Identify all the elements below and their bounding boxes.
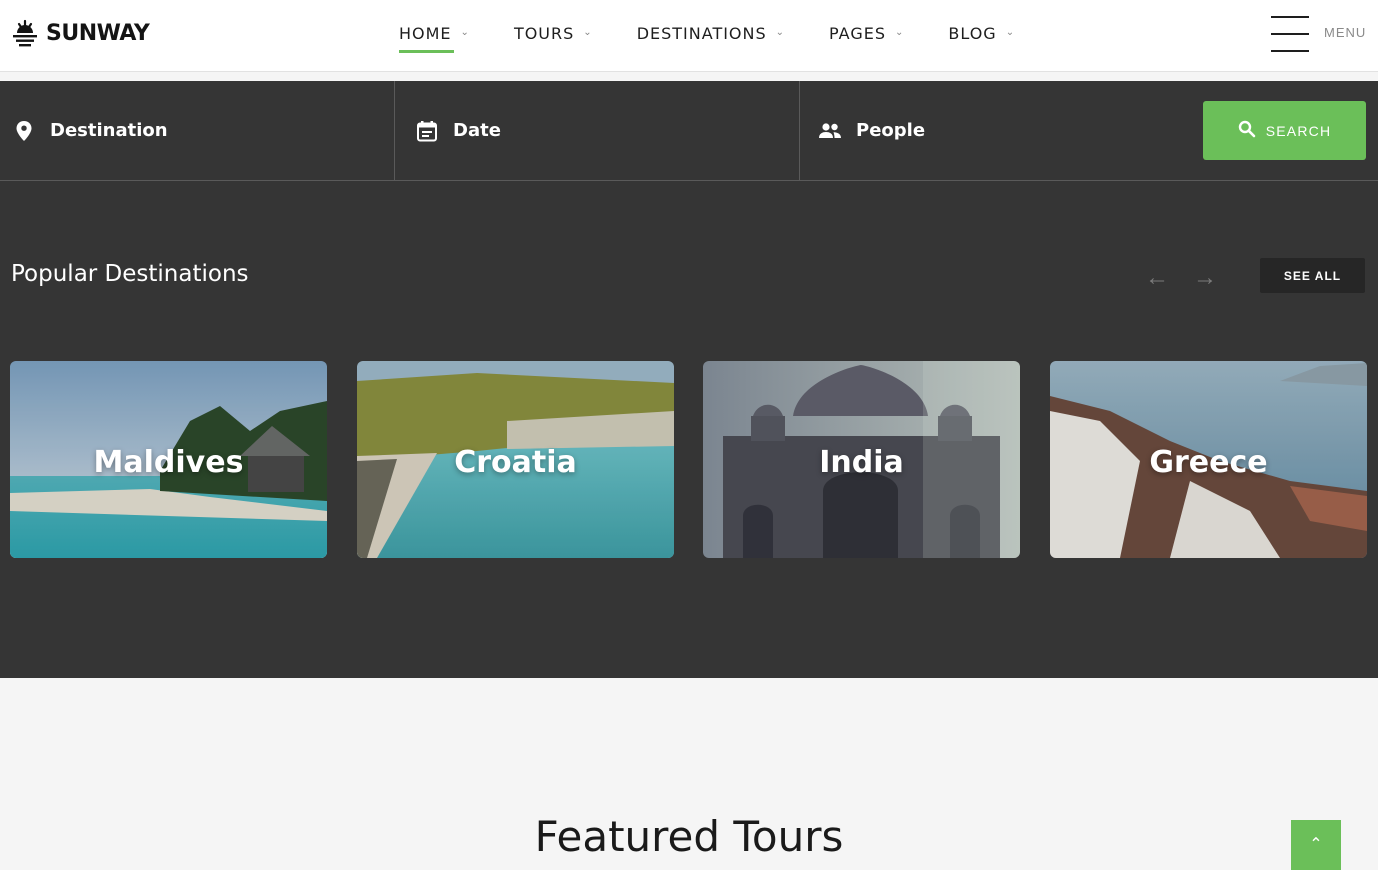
nav-item-pages[interactable]: PAGES ⌄ [829, 20, 904, 46]
nav-item-label: TOURS [513, 23, 575, 43]
chevron-down-icon: ⌄ [895, 26, 905, 38]
logo[interactable]: SUNWAY [10, 18, 150, 48]
destination-label: Destination [50, 120, 168, 141]
chevron-down-icon: ⌄ [1005, 26, 1016, 38]
field-divider [799, 81, 800, 180]
people-field[interactable]: People [818, 81, 925, 180]
chevron-down-icon: ⌄ [460, 26, 470, 38]
destination-name: Maldives [93, 445, 244, 480]
calendar-icon [415, 119, 439, 143]
date-label: Date [453, 120, 501, 141]
section-title: Popular Destinations [11, 261, 249, 287]
destination-card[interactable]: Greece [1050, 361, 1367, 558]
menu-label[interactable]: MENU [1324, 25, 1366, 40]
featured-section: Featured Tours ⌃ [0, 678, 1378, 870]
chevron-up-icon: ⌃ [1309, 836, 1323, 853]
see-all-button[interactable]: SEE ALL [1260, 258, 1365, 293]
location-pin-icon [12, 119, 36, 143]
nav-item-label: HOME [399, 23, 452, 43]
destination-name: India [819, 445, 904, 480]
nav-item-label: BLOG [948, 23, 997, 43]
back-to-top-button[interactable]: ⌃ [1291, 820, 1341, 870]
search-icon [1238, 120, 1256, 141]
destination-card[interactable]: Maldives [10, 361, 327, 558]
destination-name: Greece [1149, 445, 1268, 480]
hamburger-menu-icon[interactable] [1271, 16, 1309, 52]
sunway-logo-icon [13, 19, 37, 47]
search-bar: Destination Date People SEARCH [0, 81, 1378, 181]
chevron-down-icon: ⌄ [775, 26, 786, 38]
destination-field[interactable]: Destination [12, 81, 168, 180]
nav-item-label: PAGES [829, 23, 886, 43]
destination-name: Croatia [454, 445, 577, 480]
people-icon [818, 119, 842, 143]
search-button[interactable]: SEARCH [1203, 101, 1366, 160]
search-button-label: SEARCH [1265, 122, 1332, 139]
nav-item-label: DESTINATIONS [636, 23, 767, 43]
nav-item-destinations[interactable]: DESTINATIONS ⌄ [637, 20, 785, 46]
hero-dark-section: Destination Date People SEARCH Popular D… [0, 81, 1378, 678]
date-field[interactable]: Date [415, 81, 501, 180]
brand-name: SUNWAY [46, 20, 150, 46]
nav-item-tours[interactable]: TOURS ⌄ [514, 20, 593, 46]
nav-item-home[interactable]: HOME ⌄ [399, 20, 470, 53]
main-nav: HOME ⌄ TOURS ⌄ DESTINATIONS ⌄ PAGES ⌄ BL… [399, 20, 1059, 53]
chevron-down-icon: ⌄ [583, 26, 593, 38]
arrow-right-icon[interactable]: → [1193, 264, 1217, 292]
featured-title: Featured Tours [534, 812, 844, 861]
destination-card[interactable]: Croatia [357, 361, 674, 558]
site-header: SUNWAY HOME ⌄ TOURS ⌄ DESTINATIONS ⌄ PAG… [0, 0, 1378, 72]
arrow-left-icon[interactable]: ← [1145, 264, 1169, 292]
destination-card[interactable]: India [703, 361, 1020, 558]
field-divider [394, 81, 395, 180]
people-label: People [856, 120, 926, 141]
nav-item-blog[interactable]: BLOG ⌄ [948, 20, 1015, 46]
